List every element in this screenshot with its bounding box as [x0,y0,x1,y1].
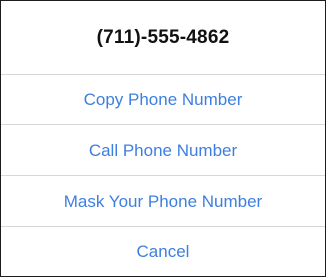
copy-phone-number-button[interactable]: Copy Phone Number [1,75,325,125]
action-sheet: (711)-555-4862 Copy Phone Number Call Ph… [0,0,326,277]
call-phone-number-label: Call Phone Number [88,140,238,160]
call-phone-number-button[interactable]: Call Phone Number [1,126,325,176]
phone-number-title: (711)-555-4862 [96,26,230,48]
copy-phone-number-label: Copy Phone Number [83,89,243,109]
cancel-label: Cancel [136,242,190,261]
mask-phone-number-label: Mask Your Phone Number [63,191,263,211]
mask-phone-number-button[interactable]: Mask Your Phone Number [1,177,325,227]
action-sheet-header: (711)-555-4862 [1,1,325,75]
cancel-button[interactable]: Cancel [1,228,325,276]
